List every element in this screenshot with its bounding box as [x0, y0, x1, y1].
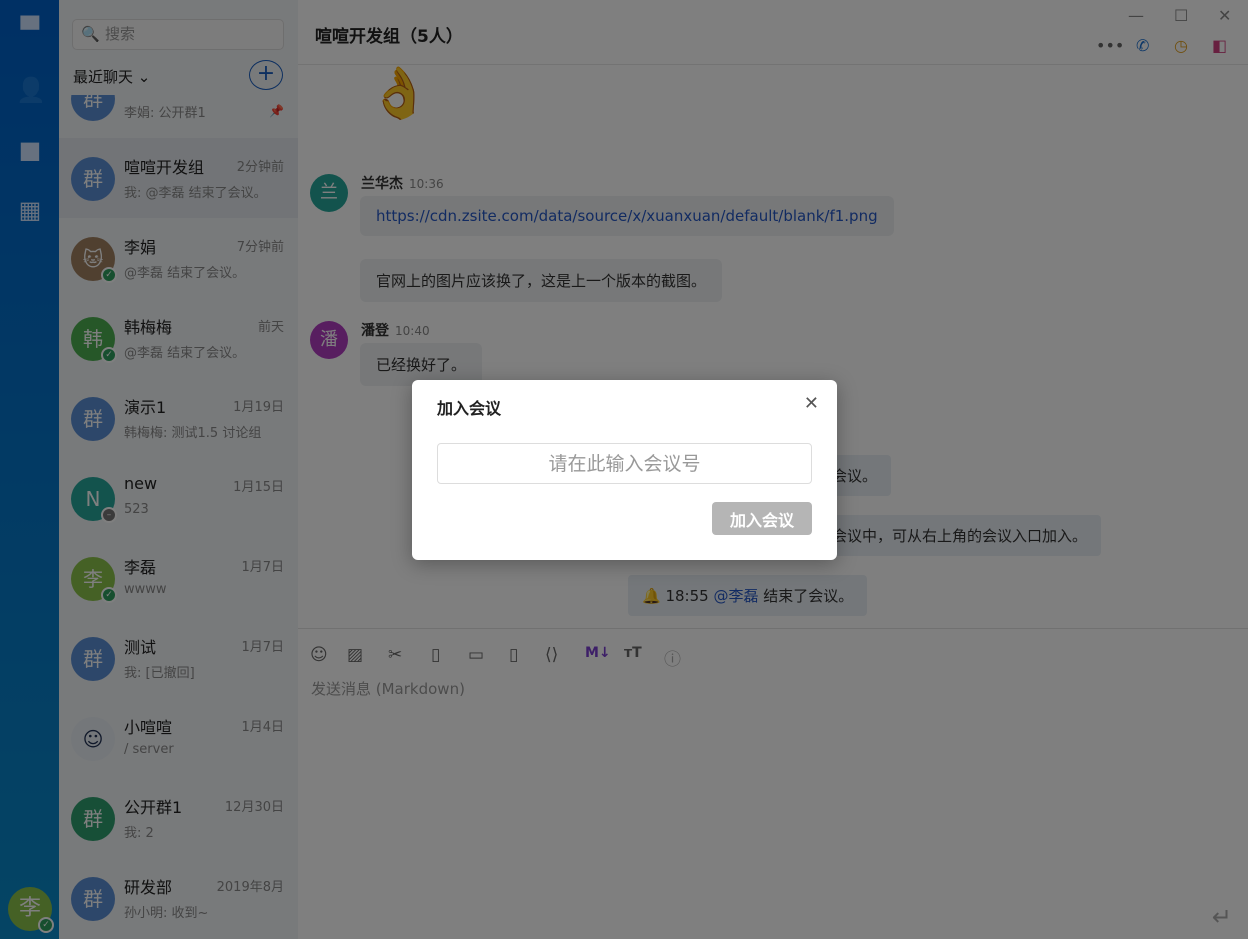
dialog-title: 加入会议 [437, 399, 502, 418]
join-meeting-dialog: 加入会议 ✕ 加入会议 [412, 380, 837, 560]
join-meeting-button[interactable]: 加入会议 [712, 502, 812, 535]
meeting-number-input[interactable] [437, 443, 812, 484]
close-icon[interactable]: ✕ [804, 393, 819, 414]
